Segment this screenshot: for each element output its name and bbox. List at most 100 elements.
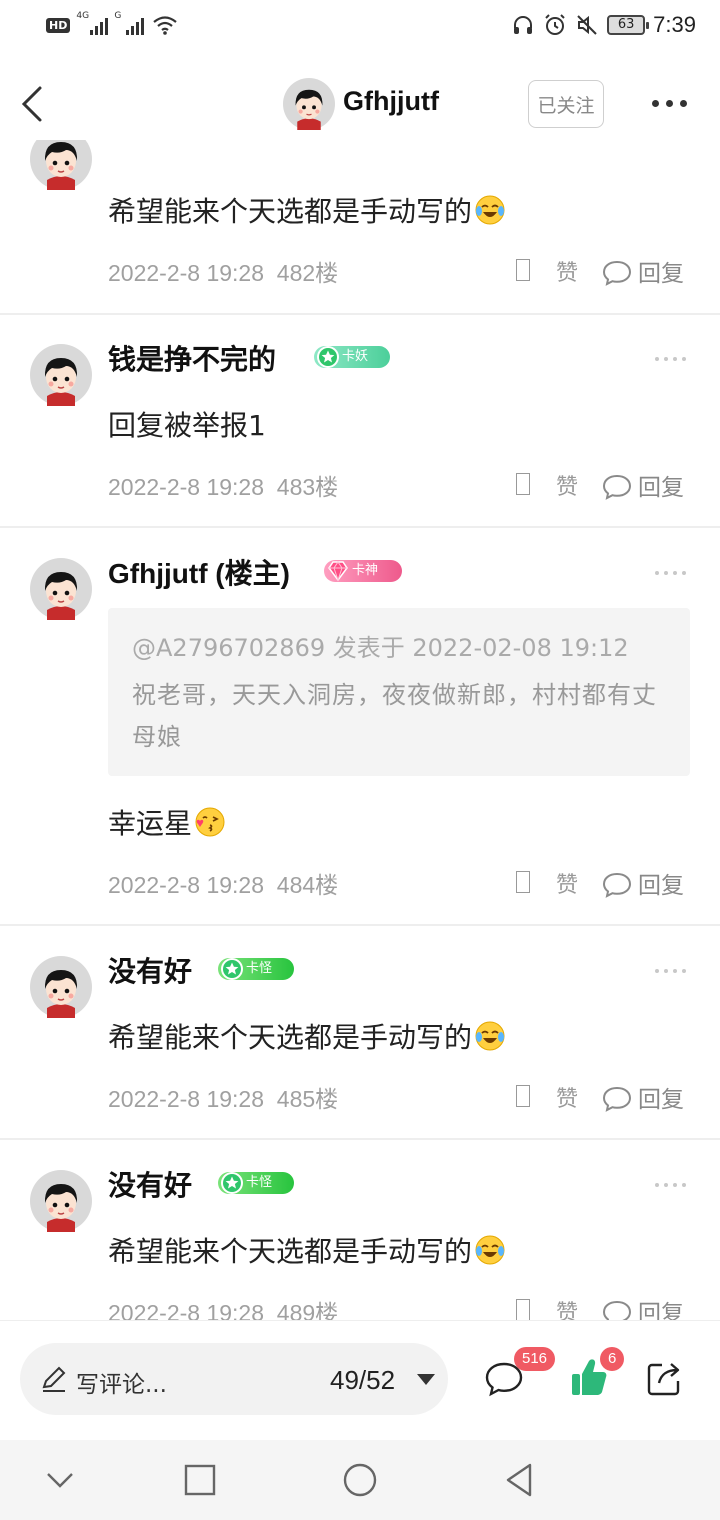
avatar[interactable] [30,558,92,620]
badge-label: 卡怪 [246,961,273,976]
clock: 7:39 [653,12,696,37]
reply-time: 2022-2-8 19:28 [108,474,265,500]
like-icon[interactable] [516,1299,530,1320]
back-arrow-icon[interactable] [18,84,48,124]
comment-placeholder: 写评论... [76,1372,167,1398]
like-icon[interactable] [516,473,530,495]
pen-icon [42,1366,66,1392]
like-label[interactable]: 赞 [556,255,578,287]
star-icon [220,1171,244,1195]
battery-indicator: 63 [607,15,650,35]
quote-header: @A2796702869 发表于 2022-02-08 19:12 [132,634,629,662]
level-badge: 卡怪 [218,958,294,980]
reply-list: 希望能来个天选都是手动写的 2022-2-8 19:28 482楼 赞 回复 钱… [0,140,720,1320]
star-icon [220,957,244,981]
avatar[interactable] [30,956,92,1018]
badge-label: 卡妖 [342,349,369,364]
reply-meta: 2022-2-8 19:28 485楼 [108,1080,338,1114]
reply-username[interactable]: 钱是挣不完的 [108,338,276,378]
reply-username[interactable]: 没有好 [108,950,192,990]
reply-text: 希望能来个天选都是手动写的 [108,195,473,228]
quoted-reply[interactable]: @A2796702869 发表于 2022-02-08 19:12 祝老哥，天天… [108,608,690,776]
header-avatar[interactable] [283,78,335,130]
reply-content: 希望能来个天选都是手动写的 [108,1230,506,1270]
level-badge: 卡神 [324,560,402,582]
divider [0,313,720,315]
reply-label[interactable]: 回复 [638,468,684,502]
status-bar: HD 4G G 63 7:39 [0,0,720,56]
share-icon[interactable] [646,1359,684,1397]
reply-bubble-icon[interactable] [602,872,632,898]
comment-input[interactable]: 写评论... 49/52 [20,1343,448,1415]
cry-laugh-emoji-icon [474,1234,506,1266]
headphones-icon [514,16,533,34]
quote-body: 祝老哥，天天入洞房，夜夜做新郎，村村都有丈母娘 [132,681,657,751]
like-label[interactable]: 赞 [556,469,578,501]
reply-time: 2022-2-8 19:28 [108,872,265,898]
level-badge: 卡怪 [218,1172,294,1194]
reply-more-icon[interactable] [655,969,686,973]
reply-more-icon[interactable] [655,357,686,361]
reply-bubble-icon[interactable] [602,1300,632,1320]
nav-back-icon[interactable] [500,1460,540,1500]
reply-content: 希望能来个天选都是手动写的 [108,1016,506,1056]
system-nav-bar [0,1440,720,1520]
reply-floor: 485楼 [276,1086,339,1112]
avatar[interactable] [30,1170,92,1232]
follow-button[interactable]: 已关注 [528,80,604,128]
signal-icon: 4G [76,11,109,35]
badge-label: 卡怪 [246,1175,273,1190]
like-count-badge: 6 [600,1347,625,1371]
reply-more-icon[interactable] [655,1183,686,1187]
divider [0,1138,720,1140]
reply-meta: 2022-2-8 19:28 482楼 [108,254,338,288]
star-icon [316,345,340,369]
nav-collapse-icon[interactable] [40,1460,80,1500]
reply-bubble-icon[interactable] [602,260,632,286]
comment-count-badge: 516 [514,1347,556,1371]
reply-floor: 483楼 [276,474,339,500]
reply-text: 希望能来个天选都是手动写的 [108,1021,473,1054]
reply-floor: 489楼 [276,1300,339,1320]
like-label[interactable]: 赞 [556,1295,578,1320]
reply-username[interactable]: 没有好 [108,1164,192,1204]
gem-icon [326,559,350,583]
reply-time: 2022-2-8 19:28 [108,1086,265,1112]
header-username[interactable]: Gfhjjutf [343,86,439,117]
reply-label[interactable]: 回复 [638,866,684,900]
reply-bubble-icon[interactable] [602,1086,632,1112]
reply-time: 2022-2-8 19:28 [108,260,265,286]
mute-icon [577,15,597,35]
reply-text: 幸运星 [108,807,193,840]
reply-more-icon[interactable] [655,571,686,575]
kiss-emoji-icon [194,806,226,838]
like-icon[interactable] [516,871,530,893]
like-icon[interactable] [516,259,530,281]
like-label[interactable]: 赞 [556,1081,578,1113]
reply-floor: 484楼 [276,872,339,898]
signal-icon-2: G [114,11,145,35]
more-options-icon[interactable] [652,100,687,107]
reply-meta: 2022-2-8 19:28 483楼 [108,468,338,502]
like-label[interactable]: 赞 [556,867,578,899]
cry-laugh-emoji-icon [474,1020,506,1052]
network-type-label-2: G [114,11,122,21]
hd-indicator: HD [46,17,71,33]
chevron-down-icon[interactable] [417,1374,435,1385]
avatar[interactable] [30,344,92,406]
alarm-icon [545,14,565,35]
reply-content: 幸运星 [108,802,226,842]
page-indicator[interactable]: 49/52 [330,1365,395,1396]
divider [0,924,720,926]
avatar[interactable] [30,140,92,190]
nav-recents-icon[interactable] [180,1460,220,1500]
reply-label[interactable]: 回复 [638,1080,684,1114]
level-badge: 卡妖 [314,346,390,368]
reply-label[interactable]: 回复 [638,1294,684,1320]
nav-home-icon[interactable] [340,1460,380,1500]
reply-username[interactable]: Gfhjjutf (楼主) [108,552,290,592]
reply-label[interactable]: 回复 [638,254,684,288]
reply-bubble-icon[interactable] [602,474,632,500]
like-icon[interactable] [516,1085,530,1107]
badge-label: 卡神 [352,563,379,578]
